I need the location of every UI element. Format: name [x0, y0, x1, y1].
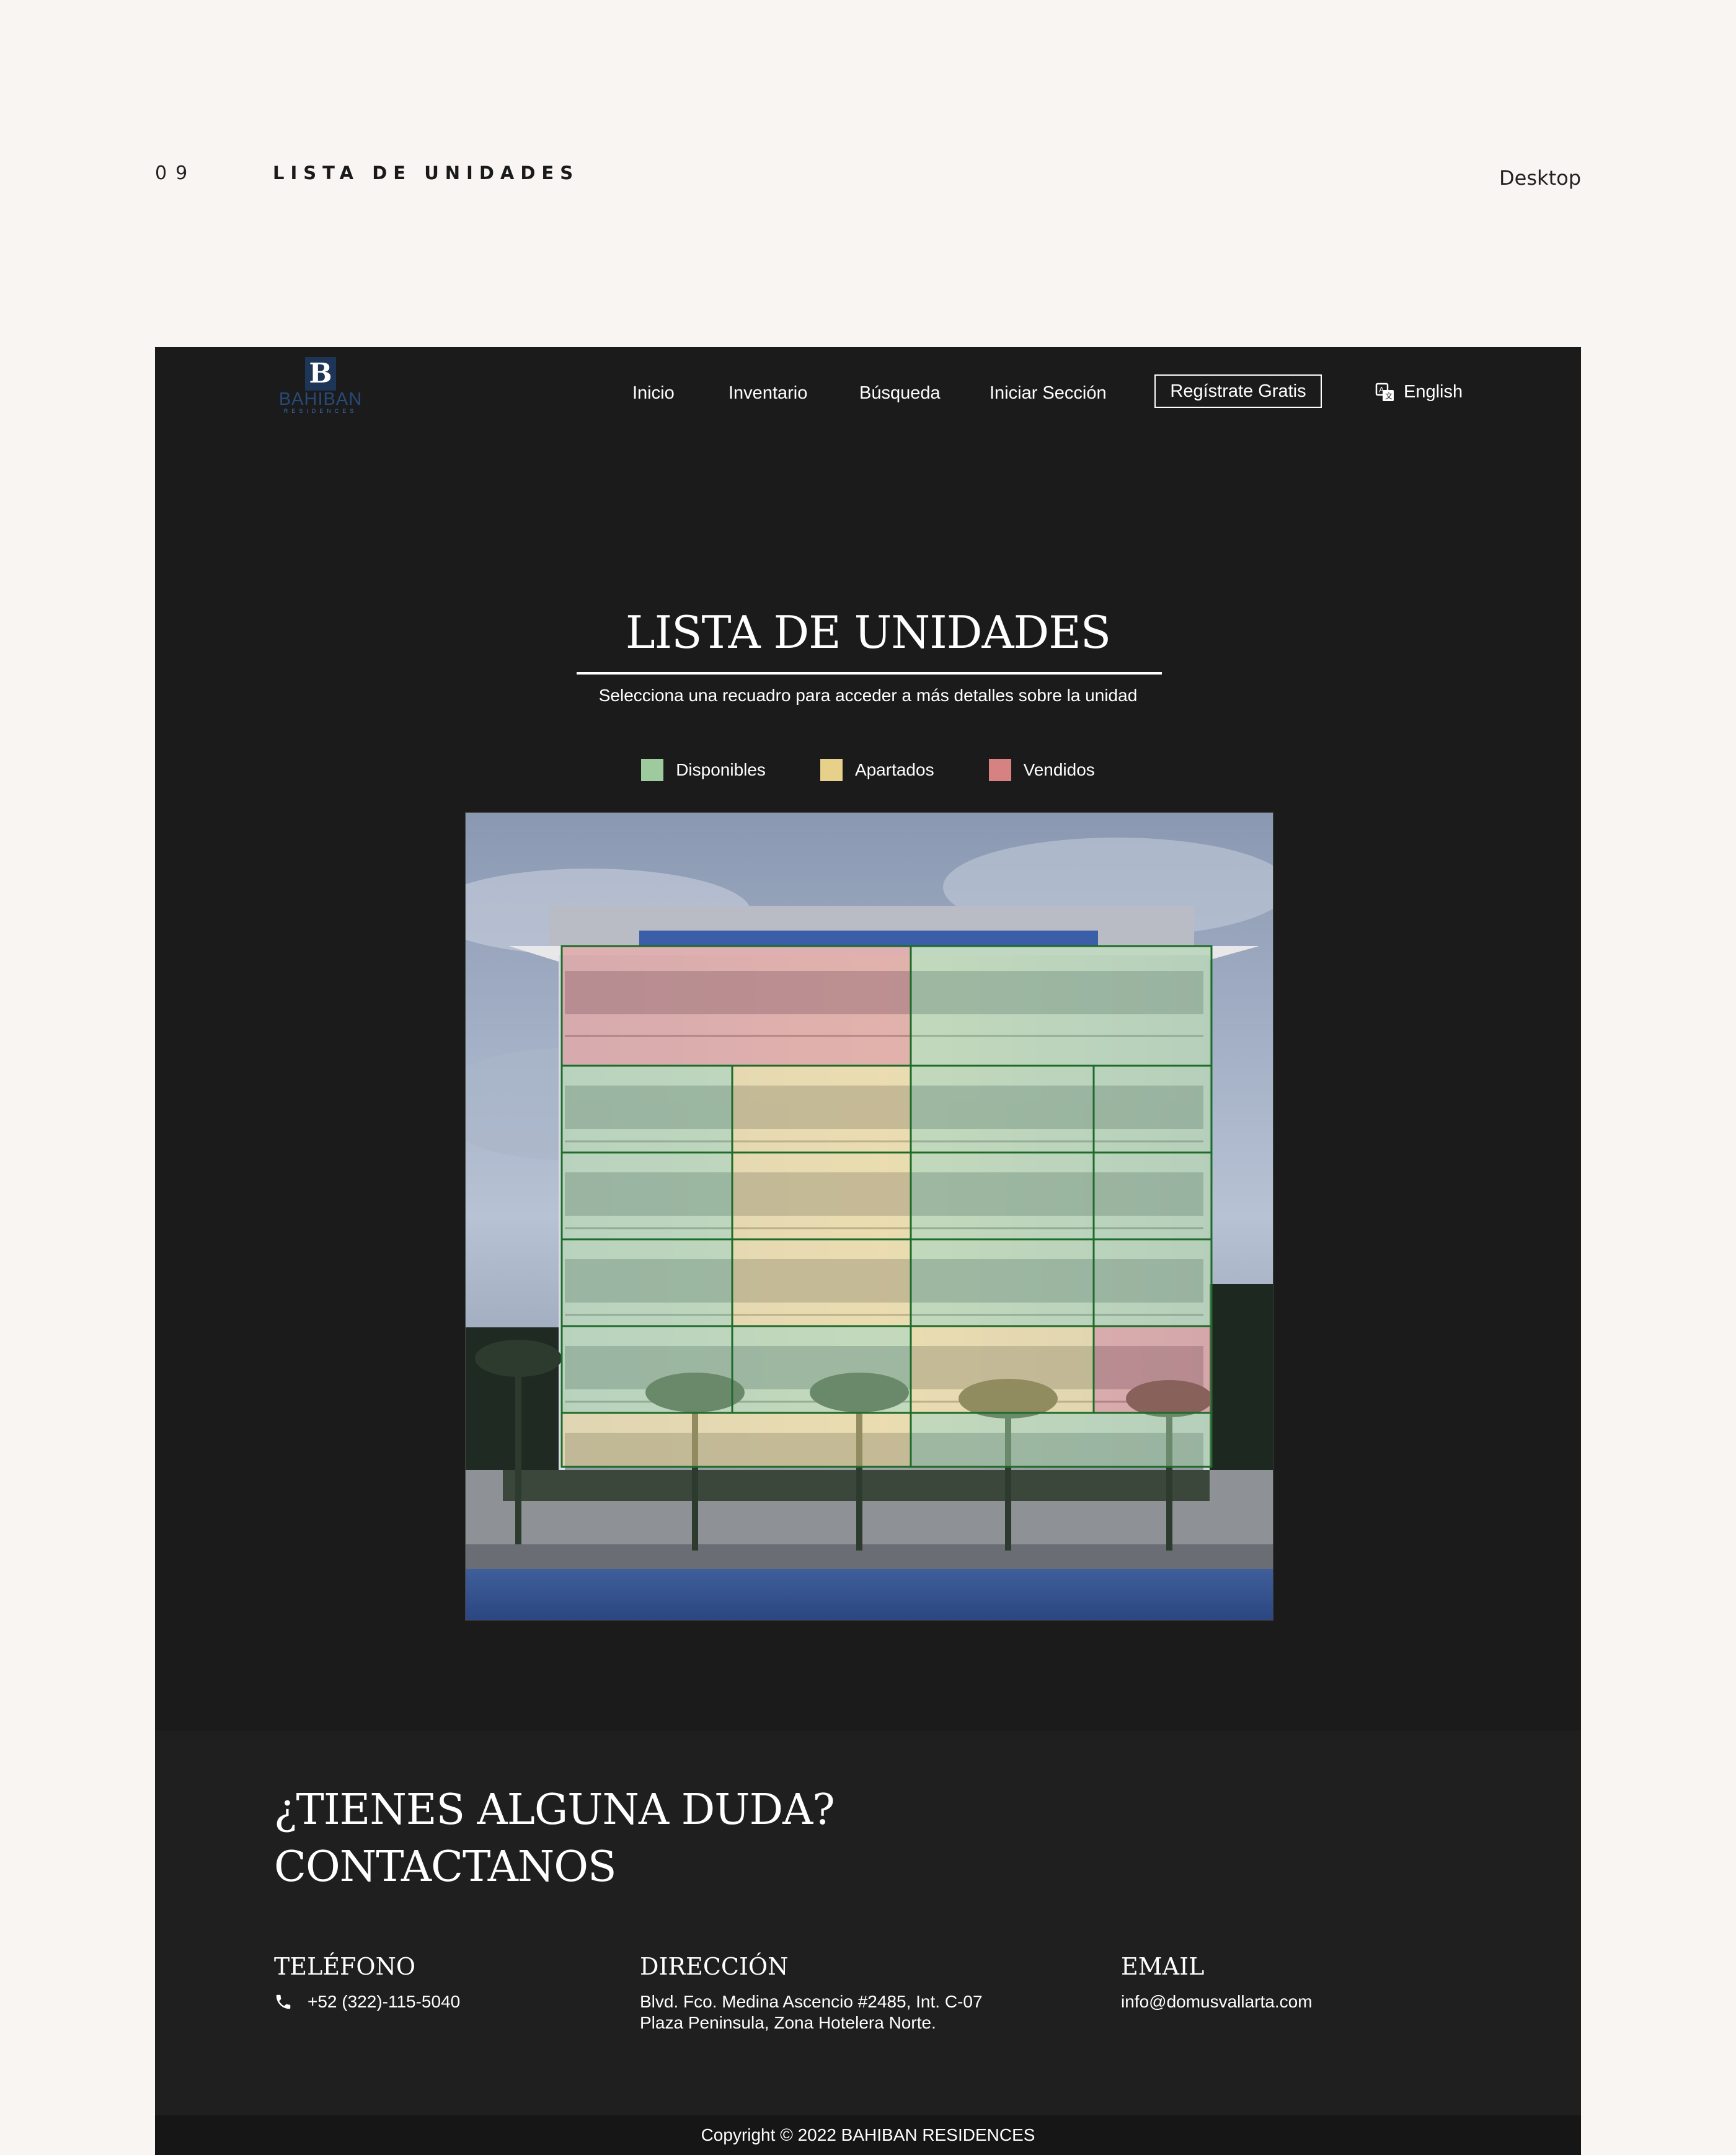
legend-label: Vendidos [1023, 760, 1095, 779]
legend-swatch-sold [988, 759, 1011, 781]
device-label: Desktop [1499, 166, 1581, 190]
unit-r4-a[interactable] [560, 1238, 733, 1327]
unit-r4-c[interactable] [910, 1238, 1095, 1327]
unit-r2-a[interactable] [560, 1064, 733, 1154]
contact-title-line2: CONTACTANOS [274, 1843, 617, 1892]
unit-r3-a[interactable] [560, 1151, 733, 1241]
translate-icon: A 文 [1375, 383, 1394, 401]
title-underline [577, 672, 1162, 675]
unit-r5-c[interactable] [910, 1325, 1095, 1414]
legend-label: Disponibles [676, 760, 766, 779]
unit-r2-b[interactable] [731, 1064, 912, 1154]
phone-heading: TELÉFONO [274, 1953, 415, 1980]
unit-r3-d[interactable] [1092, 1151, 1213, 1241]
address-block: Blvd. Fco. Medina Ascencio #2485, Int. C… [640, 1991, 983, 2033]
unit-r6-left[interactable] [560, 1412, 912, 1468]
page-title: LISTA DE UNIDADES [625, 606, 1111, 658]
unit-r6-right[interactable] [910, 1412, 1213, 1468]
page-subtitle: Selecciona una recuadro para acceder a m… [598, 686, 1138, 705]
register-button[interactable]: Regístrate Gratis [1154, 374, 1322, 408]
unit-r4-b[interactable] [731, 1238, 912, 1327]
phone-block: +52 (322)-115-5040 [274, 1991, 460, 2012]
svg-text:文: 文 [1385, 391, 1393, 400]
unit-r5-d[interactable] [1092, 1325, 1213, 1414]
address-line2: Plaza Peninsula, Zona Hotelera Norte. [640, 2013, 936, 2032]
nav-inicio[interactable]: Inicio [632, 383, 675, 404]
language-switch[interactable]: A 文 English [1375, 382, 1463, 402]
unit-r5-b[interactable] [731, 1325, 912, 1414]
unit-r5-a[interactable] [560, 1325, 733, 1414]
legend-label: Apartados [854, 760, 934, 779]
contact-section: ¿TIENES ALGUNA DUDA? CONTACTANOS TELÉFON… [155, 1731, 1581, 2115]
address-heading: DIRECCIÓN [640, 1953, 789, 1980]
email-heading: EMAIL [1121, 1953, 1205, 1980]
unit-r3-c[interactable] [910, 1151, 1095, 1241]
address-line1: Blvd. Fco. Medina Ascencio #2485, Int. C… [640, 1992, 983, 2011]
unit-r3-b[interactable] [731, 1151, 912, 1241]
building-image [465, 812, 1273, 1621]
section-number: 09 [155, 162, 197, 184]
status-legend: Disponibles Apartados Vendidos [155, 759, 1581, 781]
unit-overlays [560, 945, 1213, 1468]
site-frame: B BAHIBAN RESIDENCES Inicio Inventario B… [155, 347, 1581, 2155]
legend-sold: Vendidos [988, 759, 1095, 781]
section-title: LISTA DE UNIDADES [273, 162, 580, 184]
phone-number[interactable]: +52 (322)-115-5040 [308, 1991, 460, 2012]
contact-title: ¿TIENES ALGUNA DUDA? CONTACTANOS [274, 1782, 835, 1896]
main-nav: Inicio Inventario Búsqueda Iniciar Secci… [155, 374, 1581, 412]
phone-icon [276, 1994, 291, 2009]
unit-r2-c[interactable] [910, 1064, 1095, 1154]
copyright: Copyright © 2022 BAHIBAN RESIDENCES [155, 2115, 1581, 2155]
legend-available: Disponibles [641, 759, 766, 781]
language-label: English [1404, 382, 1463, 402]
unit-r4-d[interactable] [1092, 1238, 1213, 1327]
building-render [466, 813, 1273, 1620]
legend-swatch-available [641, 759, 664, 781]
unit-r1-right[interactable] [910, 945, 1213, 1067]
legend-swatch-reserved [820, 759, 843, 781]
unit-r1-left[interactable] [560, 945, 912, 1067]
legend-reserved: Apartados [820, 759, 934, 781]
unit-r2-d[interactable] [1092, 1064, 1213, 1154]
contact-title-line1: ¿TIENES ALGUNA DUDA? [274, 1786, 835, 1834]
nav-inventario[interactable]: Inventario [728, 383, 807, 404]
nav-iniciar-seccion[interactable]: Iniciar Sección [990, 383, 1107, 404]
nav-busqueda[interactable]: Búsqueda [859, 383, 941, 404]
email-link[interactable]: info@domusvallarta.com [1121, 1991, 1313, 2012]
